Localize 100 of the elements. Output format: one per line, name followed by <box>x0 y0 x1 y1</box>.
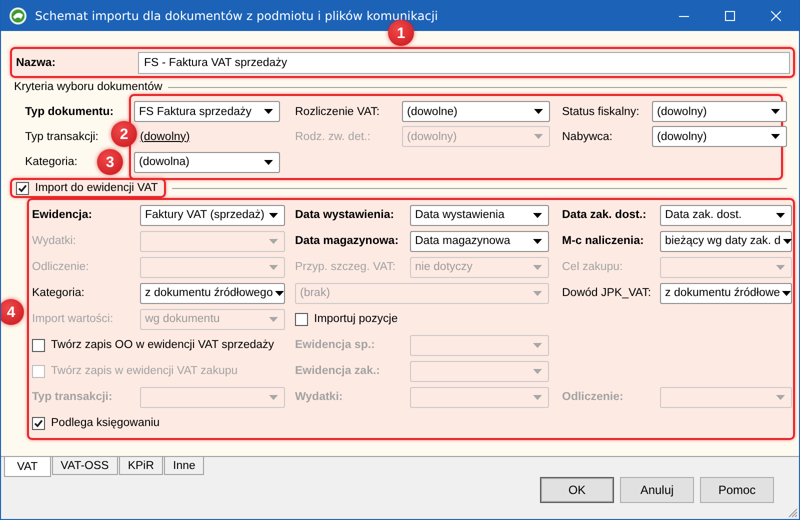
tab[interactable]: VAT <box>4 457 51 477</box>
field-label: Ewidencja zak.: <box>295 365 380 377</box>
resize-grip-icon <box>788 508 798 518</box>
checkbox[interactable] <box>32 416 45 430</box>
caret-icon <box>533 368 542 374</box>
dropdown[interactable]: (dowolne) <box>402 101 550 122</box>
dropdown-value: Faktury VAT (sprzedaż) <box>145 209 265 221</box>
caret-icon <box>776 394 785 400</box>
field-label: Data zak. dost.: <box>562 209 646 221</box>
field-label: Data magazynowa: <box>295 235 399 247</box>
tab[interactable]: Inne <box>164 457 204 475</box>
dialog-button[interactable]: OK <box>540 477 614 503</box>
dropdown-value: Data wystawienia <box>415 209 504 221</box>
checkbox-label: Podlega księgowaniu <box>51 417 160 429</box>
caret-icon <box>771 109 780 114</box>
checkbox-label: Twórz zapis OO w ewidencji VAT sprzedaży <box>51 339 274 351</box>
caret-icon <box>782 290 792 296</box>
callout-number: 2 <box>111 121 137 147</box>
caret-icon <box>269 264 278 270</box>
checkmark-icon <box>18 184 27 192</box>
caret-icon <box>533 264 542 270</box>
dropdown-value: (dowolny) <box>407 130 457 142</box>
dropdown-value: FS Faktura sprzedaży <box>139 106 252 118</box>
field-label: Typ dokumentu: <box>25 106 114 118</box>
callout-number: 3 <box>97 149 123 175</box>
checkbox[interactable] <box>32 338 45 352</box>
dropdown-value: Data zak. dost. <box>665 209 742 221</box>
dropdown[interactable]: FS Faktura sprzedaży <box>134 101 280 122</box>
field-label: Nabywca: <box>562 130 612 142</box>
caret-icon <box>534 134 543 139</box>
window-title: Schemat importu dla dokumentów z podmiotu i plików komunikacji <box>35 8 438 22</box>
dropdown-value: (brak) <box>300 287 330 299</box>
dropdown[interactable]: (dowolna) <box>134 152 280 172</box>
caret-icon <box>533 394 542 400</box>
dropdown[interactable]: z dokumentu źródłowego <box>140 282 285 304</box>
caret-icon <box>771 134 780 139</box>
caret-icon <box>534 109 543 114</box>
dropdown[interactable]: (dowolny) <box>652 126 787 147</box>
field-label: Odliczenie: <box>32 261 89 273</box>
dropdown-value: wg dokumentu <box>145 313 220 325</box>
dropdown-value: z dokumentu źródłowego <box>145 287 273 299</box>
callout-number: 4 <box>1 299 24 325</box>
field-label: Typ transakcji: <box>32 391 112 403</box>
field-label: Status fiskalny: <box>562 106 640 118</box>
caret-icon <box>533 238 542 244</box>
caret-icon <box>533 290 542 296</box>
field-label: Wydatki: <box>32 235 76 247</box>
dropdown[interactable]: z dokumentu źródłowe <box>660 282 792 304</box>
caret-icon <box>269 212 278 218</box>
dropdown[interactable]: Data wystawienia <box>410 204 549 226</box>
field-label: Rozliczenie VAT: <box>295 106 380 118</box>
caret-icon <box>776 264 785 270</box>
callout-number: 1 <box>388 20 414 46</box>
checkbox-label: Importuj pozycje <box>314 313 398 325</box>
checkbox[interactable] <box>295 312 308 326</box>
field-label: Odliczenie: <box>562 391 624 403</box>
dropdown[interactable]: Data magazynowa <box>410 230 549 252</box>
caret-icon <box>533 342 542 348</box>
dropdown[interactable]: Data zak. dost. <box>660 204 792 226</box>
caret-icon <box>782 238 792 244</box>
maximize-icon <box>725 10 735 20</box>
field-label: Kategoria: <box>25 156 78 168</box>
dropdown[interactable]: Faktury VAT (sprzedaż) <box>140 204 285 226</box>
dropdown[interactable]: (dowolny) <box>652 101 787 122</box>
tab[interactable]: KPiR <box>118 457 164 475</box>
dropdown-value: (dowolne) <box>407 106 458 118</box>
field-label: Rodz. zw. det.: <box>295 130 370 142</box>
checkbox-label: Twórz zapis w ewidencji VAT zakupu <box>51 365 238 377</box>
field-label: Przyp. szczeg. VAT: <box>295 261 396 273</box>
field-label: Ewidencja: <box>32 209 92 221</box>
caret-icon <box>269 394 278 400</box>
field-label: Cel zakupu: <box>562 261 623 273</box>
field-label: Ewidencja sp.: <box>295 339 375 351</box>
dropdown-value: (dowolna) <box>139 156 190 168</box>
dropdown-value: (dowolny) <box>657 130 707 142</box>
group-title: Kryteria wyboru dokumentów <box>14 81 162 93</box>
dropdown-value: z dokumentu źródłowe <box>665 287 780 299</box>
dropdown-value: Data magazynowa <box>415 235 510 247</box>
dropdown-value: bieżący wg daty zak. d <box>665 235 781 247</box>
caret-icon <box>269 238 278 244</box>
name-input[interactable]: FS - Faktura VAT sprzedaży <box>138 52 790 74</box>
field-label: Wydatki: <box>295 391 343 403</box>
field-label: Dowód JPK_VAT: <box>562 287 652 299</box>
dialog-button[interactable]: Anuluj <box>620 477 694 503</box>
tab[interactable]: VAT-OSS <box>52 457 118 475</box>
link[interactable]: (dowolny) <box>140 130 190 142</box>
dropdown[interactable]: bieżący wg daty zak. d <box>660 230 792 252</box>
field-label: Typ transakcji: <box>25 130 98 142</box>
checkbox-label: Import do ewidencji VAT <box>35 182 158 194</box>
close-icon <box>771 10 781 20</box>
caret-icon <box>264 160 273 164</box>
dialog-button[interactable]: Pomoc <box>700 477 774 503</box>
checkbox[interactable] <box>16 182 29 194</box>
caret-icon <box>264 109 273 114</box>
field-label: Kategoria: <box>32 287 84 299</box>
field-label: M-c naliczenia: <box>562 235 644 247</box>
app-logo-icon <box>9 6 27 24</box>
field-label: Nazwa: <box>16 56 57 68</box>
caret-icon <box>533 212 542 218</box>
caret-icon <box>274 290 284 296</box>
